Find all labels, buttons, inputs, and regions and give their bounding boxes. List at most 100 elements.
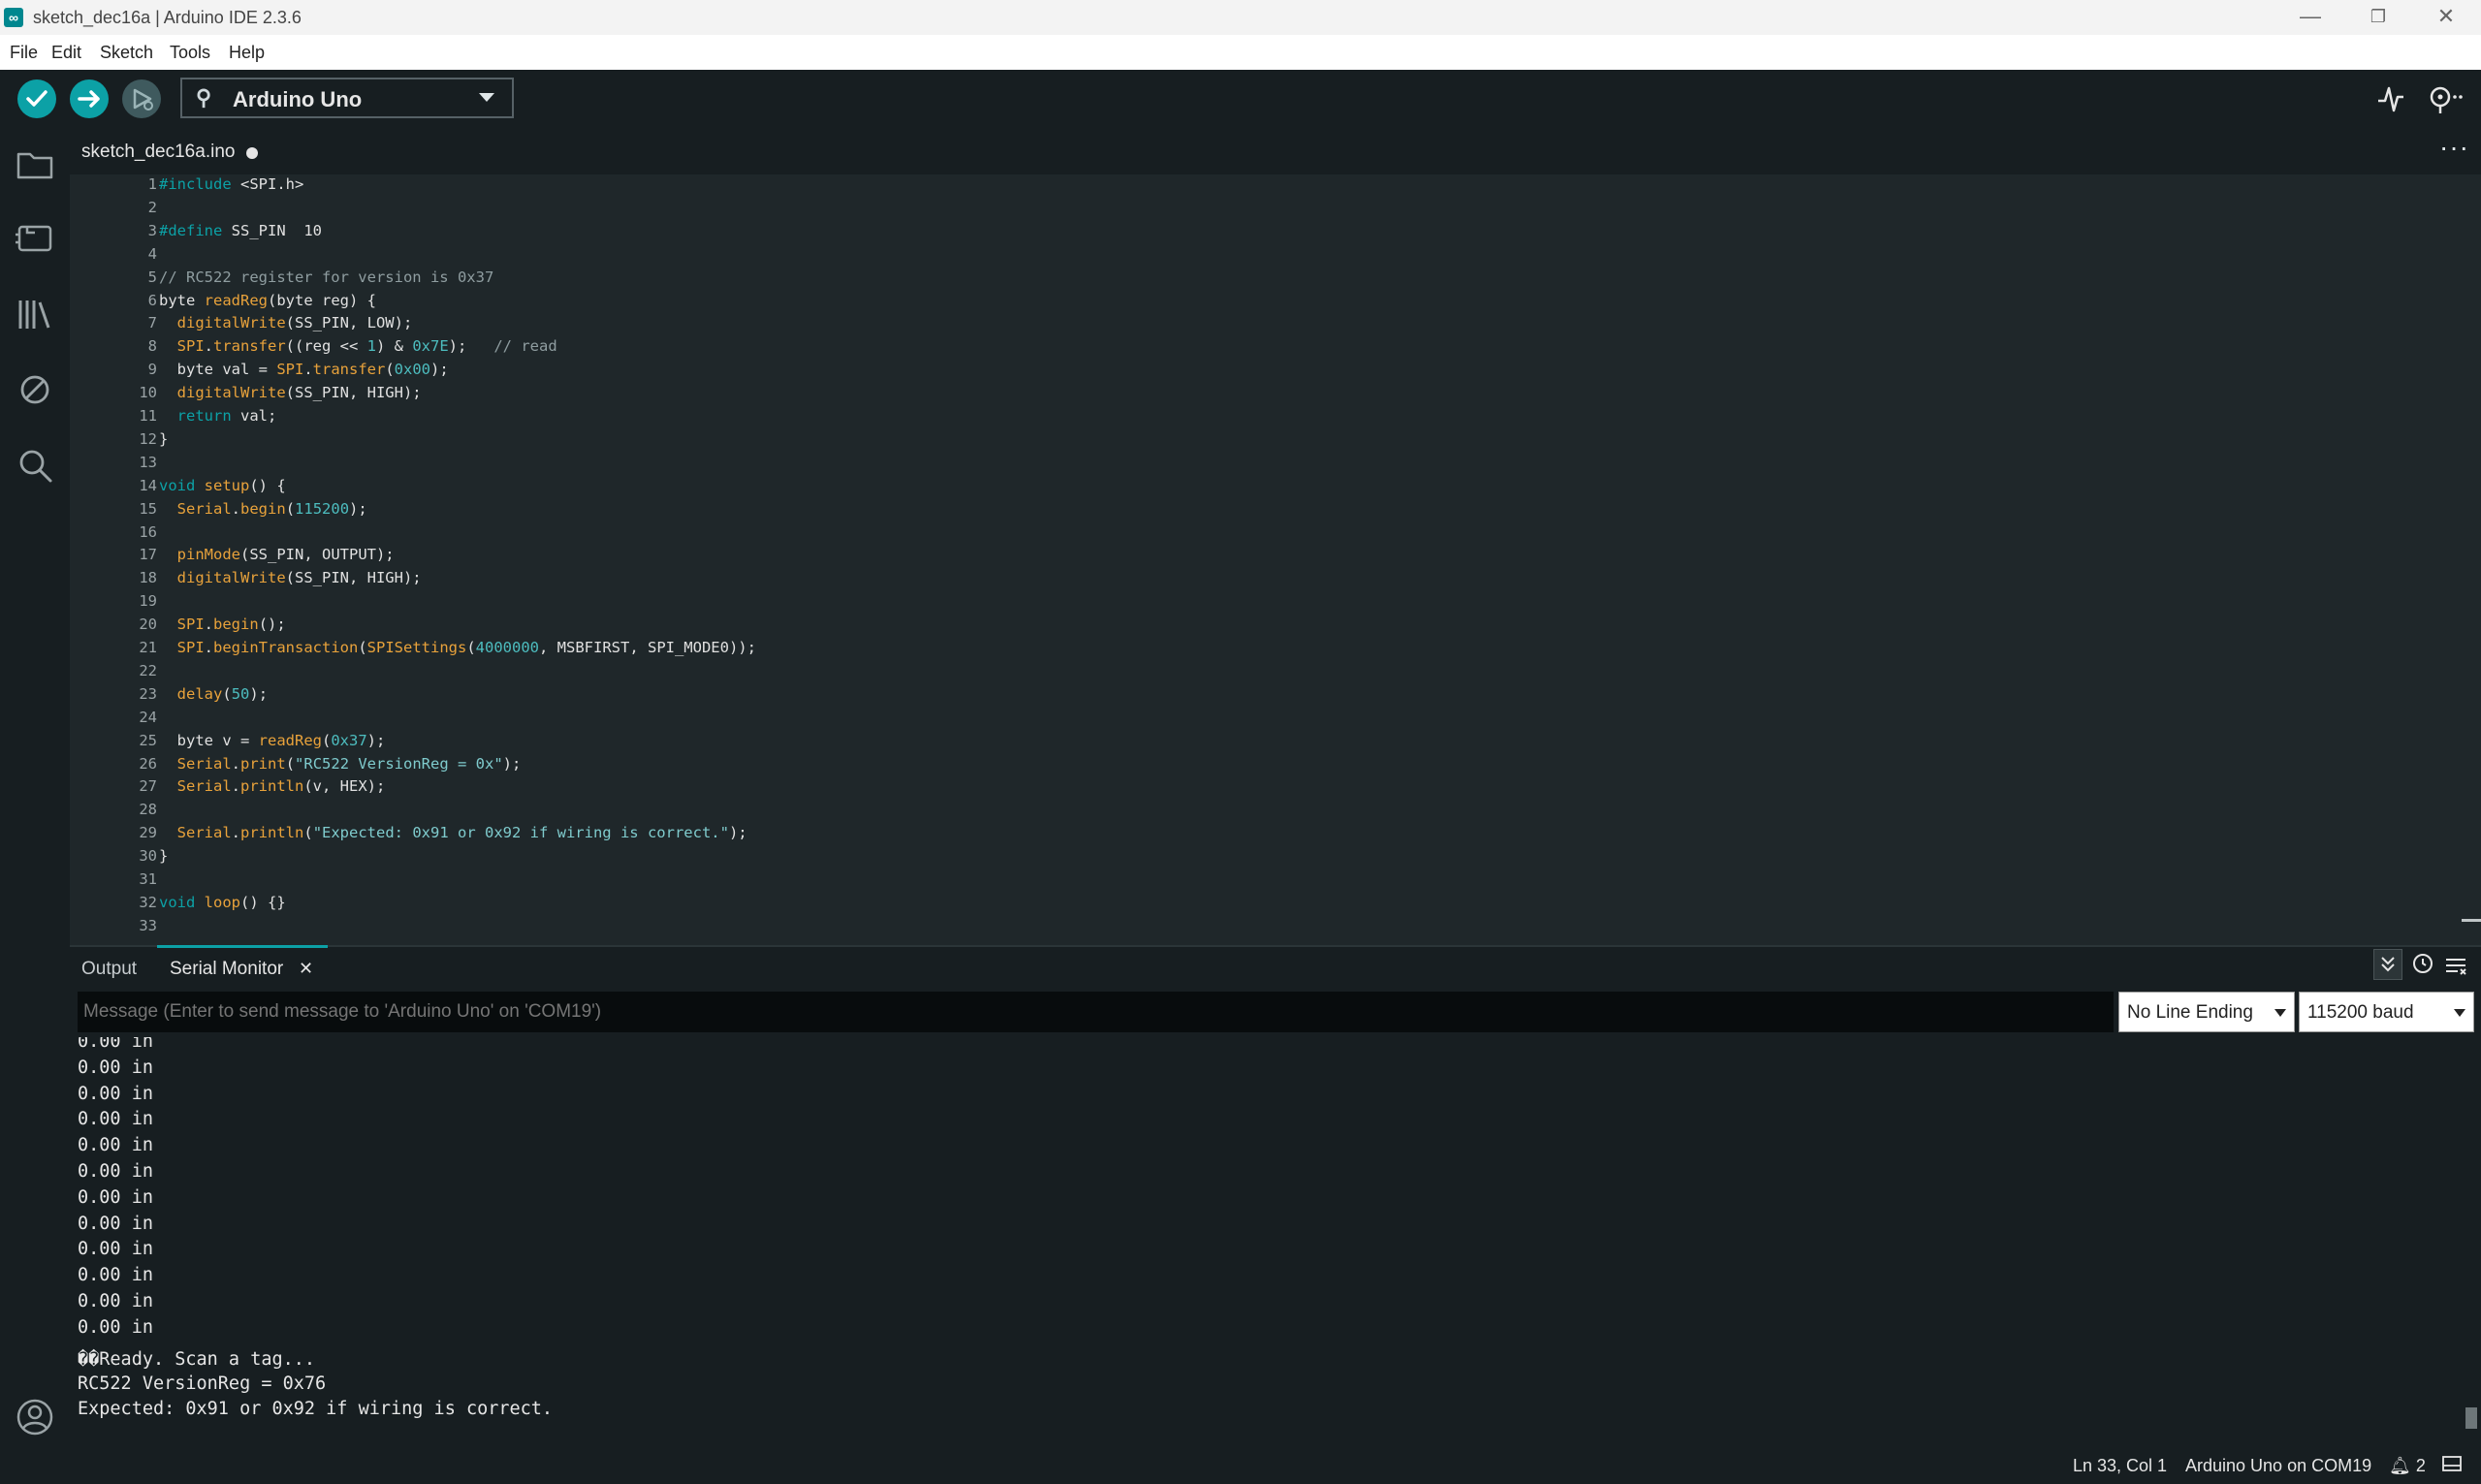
serial-output-line: Expected: 0x91 or 0x92 if wiring is corr… — [78, 1398, 554, 1419]
tab-output[interactable]: Output — [81, 959, 137, 980]
line-number: 28 — [139, 801, 157, 819]
serial-output-line: 0.00 in — [78, 1109, 153, 1130]
status-bar: Ln 33, Col 1 Arduino Uno on COM19 🔔︎ 2 — [0, 1447, 2481, 1482]
close-tab-icon[interactable]: ✕ — [299, 959, 313, 979]
line-number: 12 — [139, 429, 157, 448]
baud-rate-select[interactable]: 115200 baud — [2299, 992, 2474, 1032]
chevron-down-icon — [479, 93, 494, 102]
code-line[interactable]: SPI.begin(); — [159, 616, 286, 633]
code-line[interactable]: Serial.print("RC522 VersionReg = 0x"); — [159, 755, 522, 773]
line-number: 7 — [147, 314, 157, 332]
code-line[interactable]: byte v = readReg(0x37); — [159, 732, 386, 749]
chevron-down-icon — [2454, 1009, 2465, 1017]
sketchbook-button[interactable] — [14, 143, 56, 186]
code-line[interactable]: #include <SPI.h> — [159, 175, 303, 193]
serial-output-line: 0.00 in — [78, 1291, 153, 1311]
close-window-button[interactable]: ✕ — [2412, 0, 2480, 35]
upload-button[interactable] — [70, 79, 109, 118]
line-number: 31 — [139, 870, 157, 888]
line-number: 2 — [147, 198, 157, 216]
line-number: 4 — [147, 244, 157, 263]
board-port-status[interactable]: Arduino Uno on COM19 — [2185, 1456, 2371, 1476]
serial-scrollbar[interactable] — [2465, 1407, 2477, 1429]
line-number: 8 — [147, 337, 157, 356]
board-selector[interactable]: ⚲ Arduino Uno — [180, 78, 514, 118]
editor-tab-bar: sketch_dec16a.ino ··· — [70, 128, 2481, 174]
toggle-panel-button[interactable] — [2441, 1454, 2463, 1478]
folder-icon — [16, 152, 53, 179]
menu-file[interactable]: File — [10, 43, 38, 63]
active-tab-indicator — [157, 945, 328, 948]
tab-serial-monitor[interactable]: Serial Monitor — [170, 959, 283, 980]
line-number: 5 — [147, 268, 157, 286]
boards-manager-button[interactable] — [14, 217, 56, 260]
cursor-position[interactable]: Ln 33, Col 1 — [2073, 1456, 2167, 1476]
more-actions-icon[interactable]: ··· — [2439, 132, 2469, 163]
verify-button[interactable] — [17, 79, 56, 118]
code-line[interactable]: void setup() { — [159, 477, 286, 494]
menu-sketch[interactable]: Sketch — [100, 43, 153, 63]
code-line[interactable]: SPI.beginTransaction(SPISettings(4000000… — [159, 639, 756, 656]
minimize-button[interactable]: — — [2276, 0, 2344, 35]
menu-tools[interactable]: Tools — [170, 43, 210, 63]
code-line[interactable]: // RC522 register for version is 0x37 — [159, 268, 493, 286]
code-line[interactable]: delay(50); — [159, 685, 268, 703]
line-ending-select[interactable]: No Line Ending — [2118, 992, 2295, 1032]
timestamp-toggle[interactable] — [2410, 951, 2435, 976]
code-line[interactable]: SPI.transfer((reg << 1) & 0x7E); // read — [159, 337, 557, 355]
title-bar: ∞ sketch_dec16a | Arduino IDE 2.3.6 — ❐ … — [0, 0, 2481, 35]
code-line[interactable]: byte readReg(byte reg) { — [159, 292, 376, 309]
debug-icon — [133, 88, 153, 111]
library-manager-button[interactable] — [14, 293, 56, 335]
code-line[interactable]: } — [159, 847, 168, 865]
check-icon — [26, 90, 48, 107]
clear-output-button[interactable] — [2443, 953, 2468, 978]
serial-output-line: 0.00 in — [78, 1213, 153, 1234]
code-line[interactable]: digitalWrite(SS_PIN, LOW); — [159, 314, 413, 332]
unsaved-dot-icon[interactable] — [246, 147, 258, 159]
panel-layout-icon — [2442, 1456, 2462, 1471]
serial-message-input[interactable] — [78, 992, 2114, 1032]
code-line[interactable]: Serial.println("Expected: 0x91 or 0x92 i… — [159, 824, 747, 841]
notifications-button[interactable]: 🔔︎ 2 — [2389, 1456, 2426, 1476]
code-line[interactable]: Serial.println(v, HEX); — [159, 777, 386, 795]
serial-output[interactable]: 0.00 in 0.00 in 0.00 in 0.00 in 0.00 in 0.00 … — [70, 1037, 2455, 1444]
menu-bar: File Edit Sketch Tools Help — [0, 35, 2481, 70]
line-number: 13 — [139, 453, 157, 471]
account-button[interactable] — [14, 1396, 56, 1438]
debug-button[interactable] — [122, 79, 161, 118]
line-number: 18 — [139, 569, 157, 587]
clear-list-icon — [2446, 959, 2466, 975]
menu-edit[interactable]: Edit — [51, 43, 81, 63]
panel-divider[interactable] — [70, 945, 2481, 947]
code-line[interactable]: void loop() {} — [159, 894, 286, 911]
code-line[interactable]: digitalWrite(SS_PIN, HIGH); — [159, 384, 422, 401]
line-number: 23 — [139, 684, 157, 703]
search-button[interactable] — [14, 444, 56, 487]
autoscroll-toggle[interactable] — [2373, 949, 2402, 980]
line-number: 20 — [139, 616, 157, 634]
code-editor[interactable]: 1 2 3 4 5 6 7 8 9 10 11 12 13 14 15 16 17 18 19 20 21 22 23 24 2… — [70, 174, 2481, 945]
serial-plotter-button[interactable] — [2375, 83, 2406, 114]
search-icon — [19, 450, 52, 483]
code-line[interactable]: digitalWrite(SS_PIN, HIGH); — [159, 569, 422, 586]
tab-sketch-file[interactable]: sketch_dec16a.ino — [70, 128, 273, 174]
maximize-button[interactable]: ❐ — [2344, 0, 2412, 35]
board-icon — [16, 225, 52, 252]
line-number: 9 — [147, 361, 157, 379]
serial-output-line: 0.00 in — [78, 1161, 153, 1182]
panel-tab-bar: Output Serial Monitor ✕ — [70, 945, 2481, 994]
line-number: 10 — [139, 384, 157, 402]
code-line[interactable]: byte val = SPI.transfer(0x00); — [159, 361, 449, 378]
code-line[interactable]: return val; — [159, 407, 277, 425]
line-number: 15 — [139, 499, 157, 518]
code-line[interactable]: } — [159, 430, 168, 448]
serial-monitor-button[interactable] — [2426, 81, 2465, 116]
line-number: 21 — [139, 639, 157, 656]
code-line[interactable]: Serial.begin(115200); — [159, 500, 367, 518]
debugger-button[interactable] — [14, 368, 56, 411]
code-line[interactable]: #define SS_PIN 10 — [159, 222, 322, 239]
code-line[interactable]: pinMode(SS_PIN, OUTPUT); — [159, 546, 395, 563]
menu-help[interactable]: Help — [229, 43, 265, 63]
serial-output-line: ��Ready. Scan a tag... — [78, 1348, 316, 1370]
